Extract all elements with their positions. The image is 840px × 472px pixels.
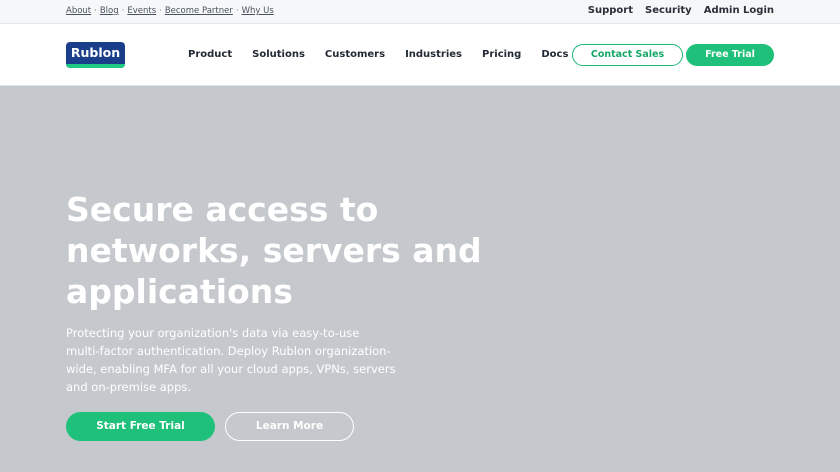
utility-links: About · Blog · Events · Become Partner ·… bbox=[66, 6, 274, 16]
hero-title: Secure access to networks, servers and a… bbox=[66, 190, 482, 311]
contact-sales-button[interactable]: Contact Sales bbox=[572, 44, 683, 66]
utility-right-links: Support Security Admin Login bbox=[588, 5, 774, 16]
logo-accent-strip bbox=[66, 64, 125, 68]
logo-text: Rublon bbox=[70, 45, 121, 60]
nav-item-docs[interactable]: Docs bbox=[541, 49, 568, 60]
start-free-trial-button[interactable]: Start Free Trial bbox=[66, 412, 215, 441]
separator: · bbox=[121, 6, 125, 16]
separator: · bbox=[235, 6, 239, 16]
separator: · bbox=[159, 6, 162, 16]
blog-link[interactable]: Blog bbox=[100, 6, 119, 16]
top-utility-bar: About · Blog · Events · Become Partner ·… bbox=[0, 0, 840, 24]
nav-item-customers[interactable]: Customers bbox=[325, 49, 385, 60]
separator: · bbox=[94, 6, 97, 16]
hero-description: Protecting your organization's data via … bbox=[66, 326, 396, 394]
free-trial-button[interactable]: Free Trial bbox=[686, 44, 774, 66]
why-us-link[interactable]: Why Us bbox=[242, 6, 274, 16]
support-link[interactable]: Support bbox=[588, 5, 633, 16]
nav-item-industries[interactable]: Industries bbox=[405, 49, 462, 60]
nav-item-pricing[interactable]: Pricing bbox=[482, 49, 521, 60]
security-link[interactable]: Security bbox=[645, 5, 692, 16]
about-link[interactable]: About bbox=[66, 6, 91, 16]
nav-menu: Product Solutions Customers Industries P… bbox=[188, 49, 568, 60]
admin-login-link[interactable]: Admin Login bbox=[704, 5, 774, 16]
learn-more-button[interactable]: Learn More bbox=[225, 412, 354, 441]
events-link[interactable]: Events bbox=[127, 6, 156, 16]
main-navbar: Rublon Product Solutions Customers Indus… bbox=[0, 24, 840, 86]
become-partner-link[interactable]: Become Partner bbox=[165, 6, 233, 16]
nav-item-solutions[interactable]: Solutions bbox=[252, 49, 305, 60]
rublon-logo[interactable]: Rublon bbox=[66, 42, 125, 68]
nav-item-product[interactable]: Product bbox=[188, 49, 232, 60]
